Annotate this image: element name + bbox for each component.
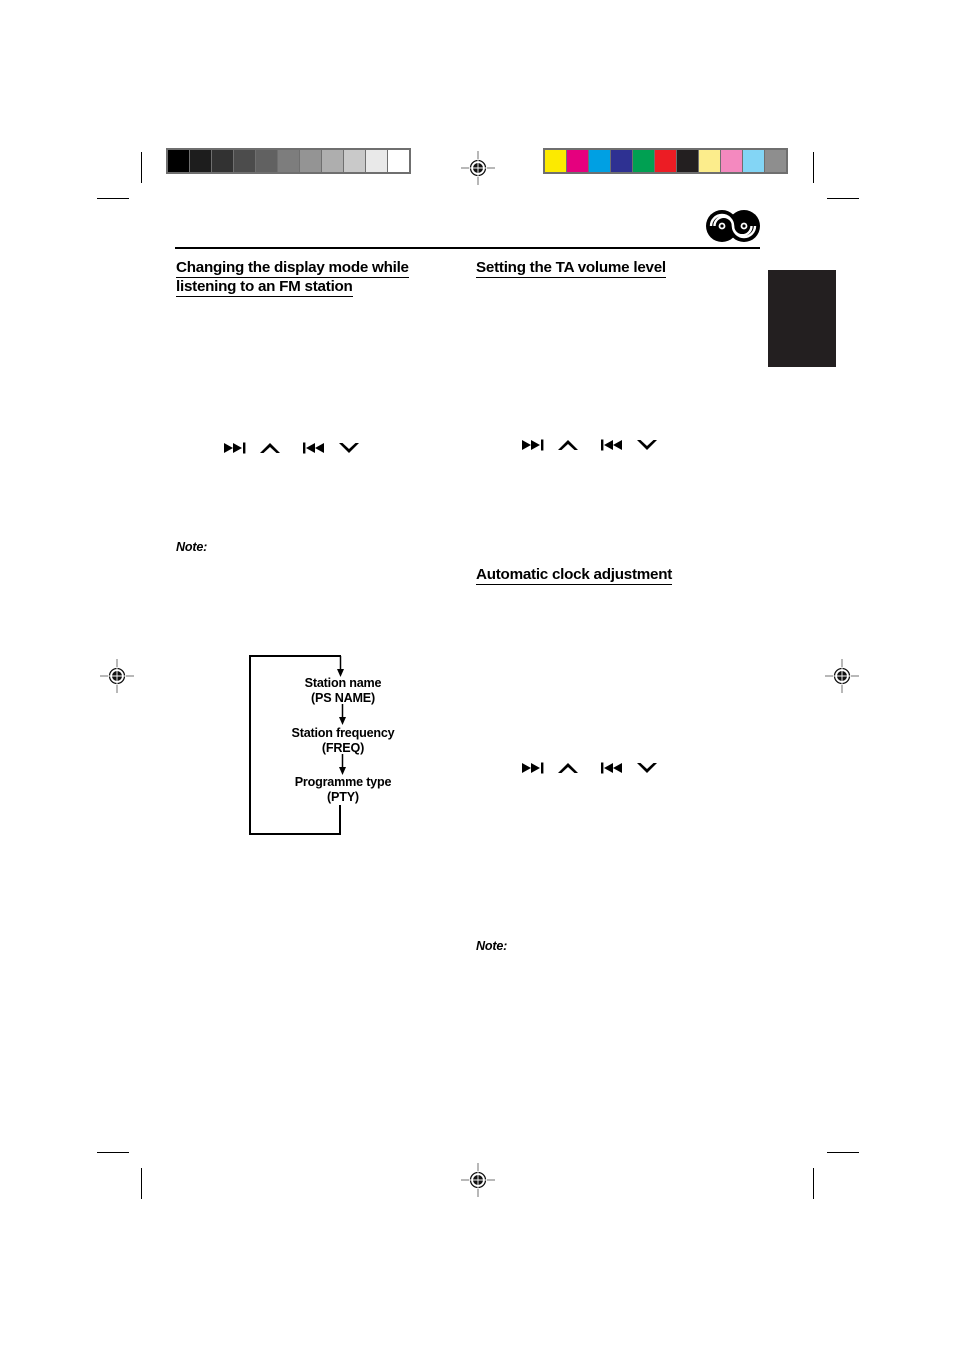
crop-mark-bottom-right-horizontal: [827, 1152, 859, 1154]
registration-target-bottom: [461, 1163, 495, 1197]
grayscale-calibration-strip: [166, 148, 411, 174]
down-chevron-icon[interactable]: [338, 441, 360, 455]
grayscale-swatch-6: [300, 150, 321, 172]
color-swatch-4: [633, 150, 654, 172]
right-button-row-top: [522, 438, 658, 452]
rds-logo: [705, 209, 761, 248]
grayscale-swatch-1: [190, 150, 211, 172]
color-swatch-9: [743, 150, 764, 172]
heading-ta-volume-text: Setting the TA volume level: [476, 259, 666, 278]
crop-mark-top-left-vertical: [141, 152, 143, 183]
grayscale-swatch-0: [168, 150, 189, 172]
left-button-row: [224, 441, 360, 455]
crop-mark-bottom-right-vertical: [813, 1168, 815, 1199]
grayscale-swatch-2: [212, 150, 233, 172]
cycle-step-1-primary: Station name: [304, 676, 382, 690]
registration-target-left: [100, 659, 134, 693]
fast-forward-icon[interactable]: [224, 441, 250, 455]
fast-forward-icon[interactable]: [522, 438, 548, 452]
heading-setting-ta-volume-level: Setting the TA volume level: [476, 258, 756, 278]
grayscale-swatch-10: [388, 150, 409, 172]
right-button-row-bottom: [522, 761, 658, 775]
color-calibration-strip: [543, 148, 788, 174]
fast-forward-icon[interactable]: [522, 761, 548, 775]
heading-changing-display-mode: Changing the display mode while listenin…: [176, 258, 436, 297]
registration-target-top: [461, 151, 495, 185]
color-swatch-8: [721, 150, 742, 172]
cycle-step-1: Station name (PS NAME): [255, 676, 431, 706]
cycle-step-2-secondary: (FREQ): [321, 741, 365, 755]
up-chevron-icon[interactable]: [259, 441, 281, 455]
color-swatch-10: [765, 150, 786, 172]
heading-automatic-clock-adjustment: Automatic clock adjustment: [476, 565, 776, 585]
grayscale-swatch-7: [322, 150, 343, 172]
color-swatch-5: [655, 150, 676, 172]
cycle-step-2-primary: Station frequency: [291, 726, 395, 740]
color-swatch-2: [589, 150, 610, 172]
color-swatch-6: [677, 150, 698, 172]
rewind-icon[interactable]: [601, 438, 627, 452]
crop-mark-bottom-left-horizontal: [97, 1152, 129, 1154]
cycle-loop-bottom: [249, 833, 341, 835]
heading-line-1: Changing the display mode while: [176, 259, 409, 278]
color-swatch-1: [567, 150, 588, 172]
crop-mark-top-right-vertical: [813, 152, 815, 183]
chapter-thumb-tab: [768, 270, 836, 367]
left-note-label: Note:: [176, 540, 208, 554]
heading-clock-adjustment-text: Automatic clock adjustment: [476, 566, 673, 585]
cycle-loop-right-stub: [339, 805, 341, 835]
crop-mark-top-right-horizontal: [827, 198, 859, 200]
crop-mark-bottom-left-vertical: [141, 1168, 143, 1199]
grayscale-swatch-5: [278, 150, 299, 172]
right-note-label: Note:: [476, 939, 508, 953]
color-swatch-0: [545, 150, 566, 172]
header-divider-rule: [175, 247, 760, 249]
heading-line-2: listening to an FM station: [176, 278, 353, 297]
rewind-icon[interactable]: [303, 441, 329, 455]
color-swatch-3: [611, 150, 632, 172]
registration-target-right: [825, 659, 859, 693]
down-chevron-icon[interactable]: [636, 438, 658, 452]
grayscale-swatch-4: [256, 150, 277, 172]
up-chevron-icon[interactable]: [557, 761, 579, 775]
cycle-step-3-secondary: (PTY): [327, 790, 359, 804]
grayscale-swatch-8: [344, 150, 365, 172]
grayscale-swatch-9: [366, 150, 387, 172]
up-chevron-icon[interactable]: [557, 438, 579, 452]
cycle-loop-top: [249, 655, 341, 657]
crop-mark-top-left-horizontal: [97, 198, 129, 200]
grayscale-swatch-3: [234, 150, 255, 172]
cycle-step-3: Programme type (PTY): [255, 775, 431, 805]
rewind-icon[interactable]: [601, 761, 627, 775]
cycle-step-3-primary: Programme type: [294, 775, 392, 789]
down-chevron-icon[interactable]: [636, 761, 658, 775]
color-swatch-7: [699, 150, 720, 172]
cycle-step-2: Station frequency (FREQ): [255, 726, 431, 756]
cycle-loop-left: [249, 655, 251, 835]
cycle-step-1-secondary: (PS NAME): [311, 691, 375, 705]
